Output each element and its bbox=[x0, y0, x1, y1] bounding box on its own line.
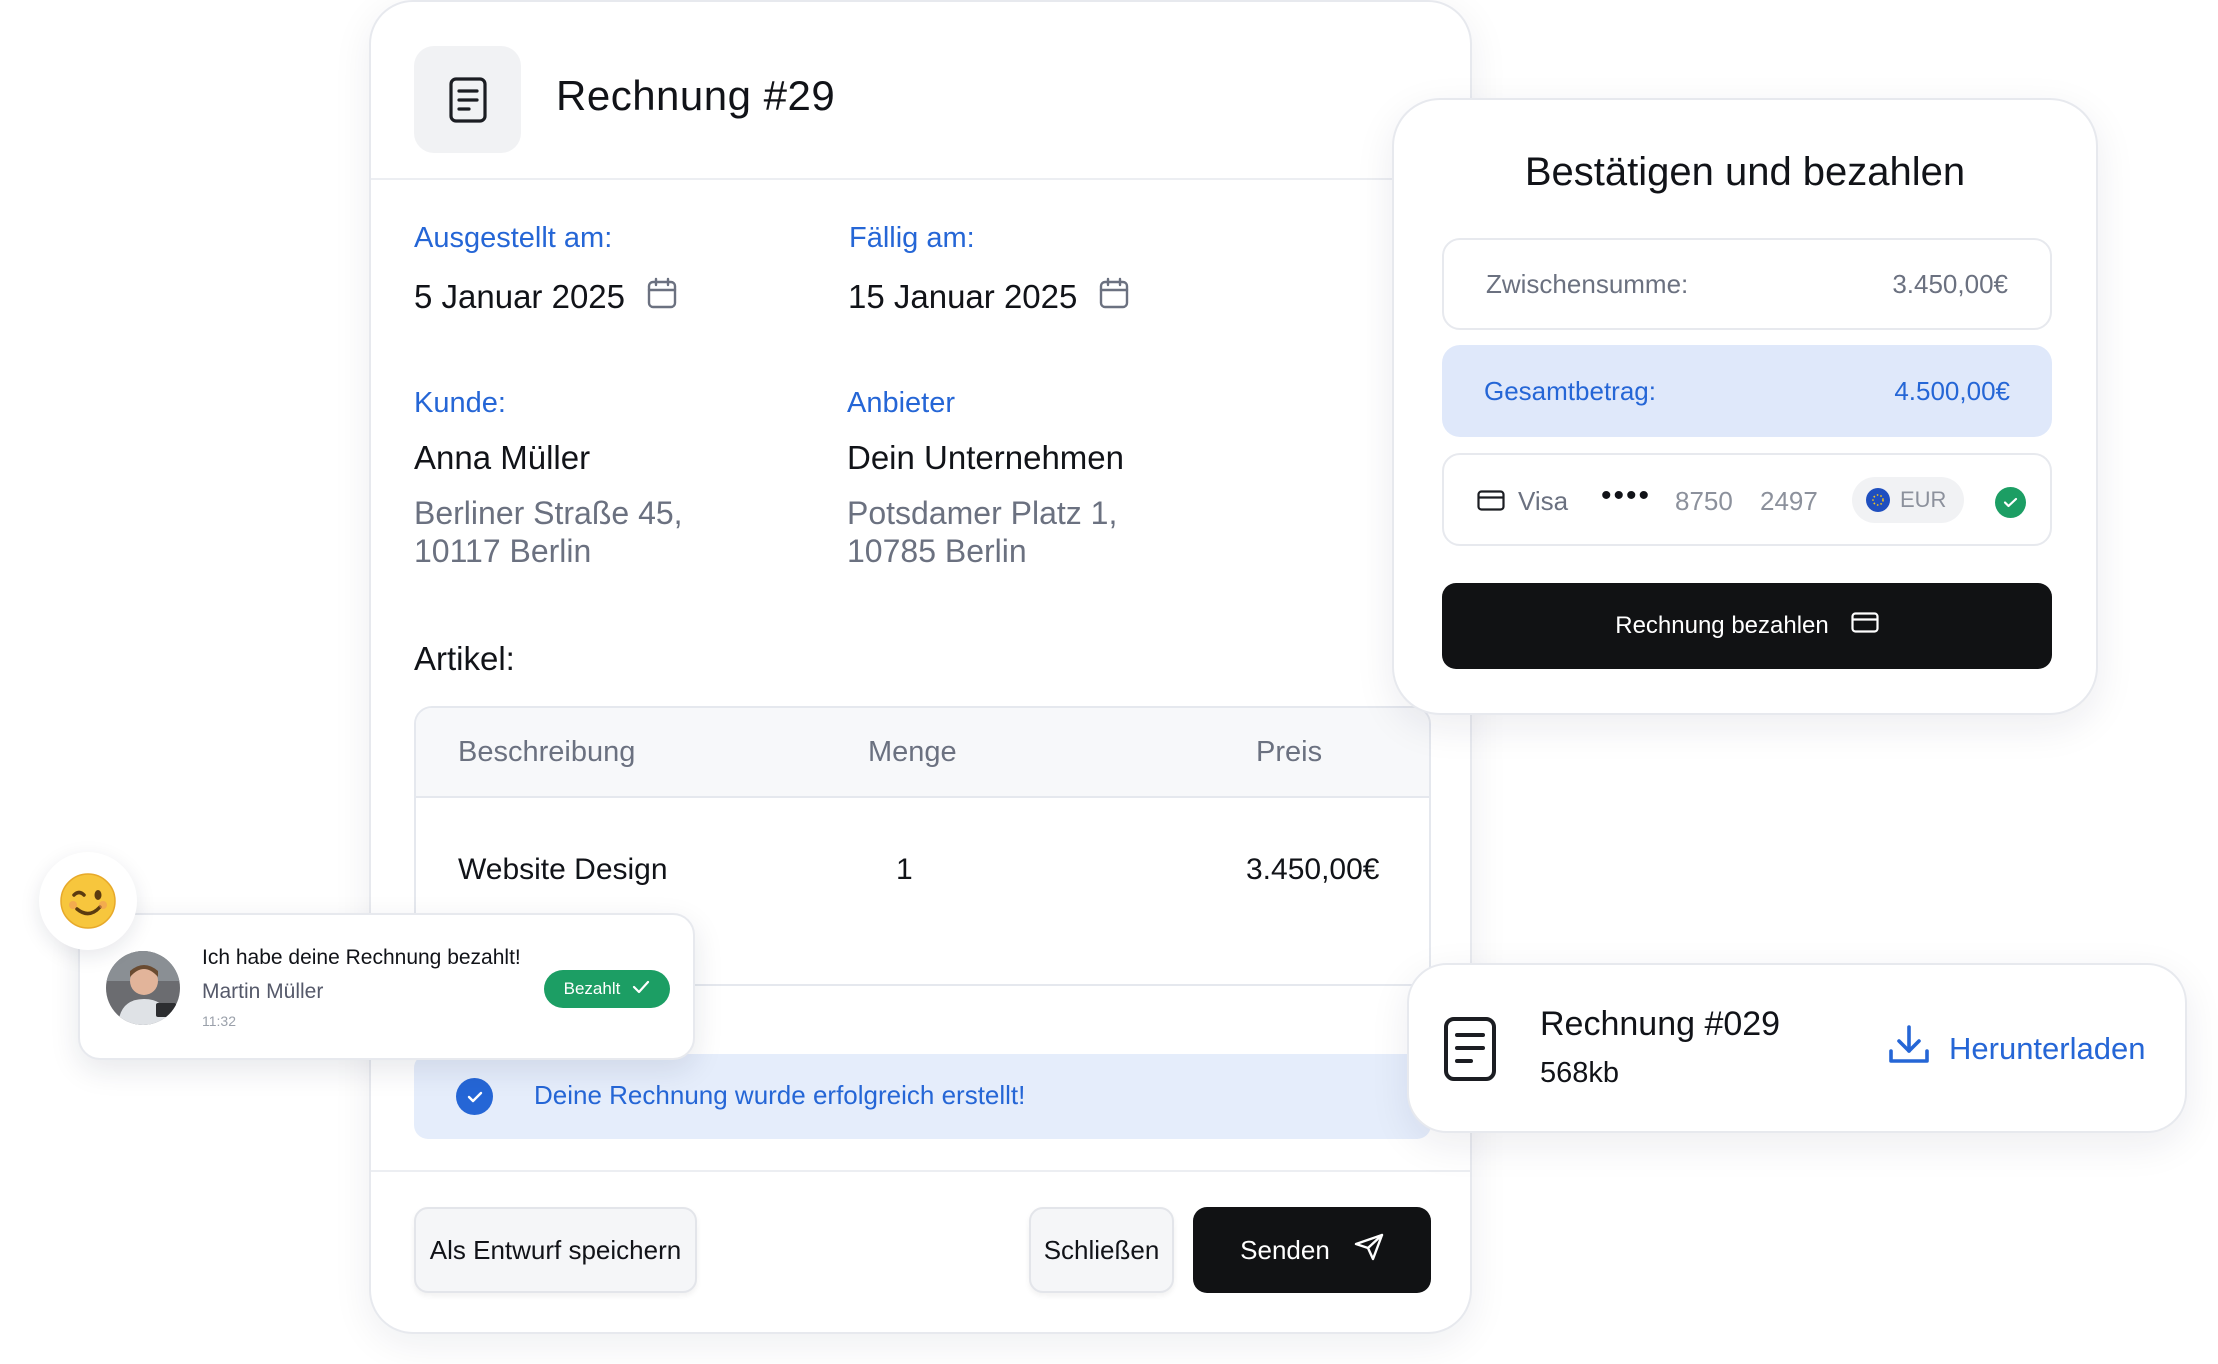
payment-title: Bestätigen und bezahlen bbox=[1524, 150, 1966, 194]
credit-card-icon bbox=[1477, 490, 1505, 516]
card-brand: Visa bbox=[1518, 486, 1569, 516]
due-label: Fällig am: bbox=[849, 222, 975, 254]
subtotal-label: Zwischensumme: bbox=[1486, 268, 1689, 299]
check-circle-icon bbox=[456, 1078, 493, 1115]
winking-emoji-icon bbox=[39, 852, 137, 950]
provider-city: 10785 Berlin bbox=[847, 533, 1027, 569]
provider-street: Potsdamer Platz 1, bbox=[847, 495, 1118, 531]
invoice-card: Rechnung #29 Ausgestellt am: 5 Januar 20… bbox=[369, 0, 1472, 1334]
file-size: 568kb bbox=[1540, 1057, 1620, 1089]
card-number-group-2: 2497 bbox=[1760, 486, 1818, 516]
emoji-face bbox=[60, 873, 116, 929]
success-notice: Deine Rechnung wurde erfolgreich erstell… bbox=[414, 1054, 1431, 1139]
column-header-price: Preis bbox=[1256, 736, 1323, 768]
send-label: Senden bbox=[1240, 1234, 1330, 1265]
paid-label: Bezahlt bbox=[563, 979, 621, 998]
invoice-header: Rechnung #29 bbox=[371, 2, 1470, 180]
calendar-icon[interactable] bbox=[1099, 277, 1129, 317]
download-card: Rechnung #029 568kb Herunterladen bbox=[1407, 963, 2187, 1133]
file-title: Rechnung #029 bbox=[1540, 1005, 1781, 1043]
pay-invoice-button[interactable]: Rechnung bezahlen bbox=[1442, 583, 2052, 669]
table-header: Beschreibung Menge Preis bbox=[416, 708, 1429, 798]
chat-notification[interactable]: Ich habe deine Rechnung bezahlt! Martin … bbox=[78, 913, 695, 1060]
articles-heading: Artikel: bbox=[414, 640, 515, 677]
download-icon bbox=[1887, 1023, 1931, 1075]
provider-label: Anbieter bbox=[847, 387, 956, 419]
payment-card: Bestätigen und bezahlen Zwischensumme: 3… bbox=[1392, 98, 2098, 715]
invoice-title: Rechnung #29 bbox=[556, 72, 836, 119]
customer-label: Kunde: bbox=[414, 387, 506, 419]
cell-description: Website Design bbox=[458, 853, 668, 886]
cell-price: 3.450,00€ bbox=[1246, 853, 1380, 886]
subtotal-value: 3.450,00€ bbox=[1892, 268, 2008, 299]
total-value: 4.500,00€ bbox=[1894, 375, 2010, 406]
provider-name: Dein Unternehmen bbox=[847, 439, 1124, 476]
customer-name: Anna Müller bbox=[414, 439, 591, 476]
currency-label: EUR bbox=[1900, 487, 1947, 512]
customer-address: Berliner Straße 45, 10117 Berlin bbox=[414, 494, 683, 570]
customer-street: Berliner Straße 45, bbox=[414, 495, 683, 531]
sender-name: Martin Müller bbox=[202, 980, 324, 1003]
column-header-quantity: Menge bbox=[868, 736, 957, 768]
credit-card-icon bbox=[1851, 612, 1879, 640]
verified-check-icon bbox=[1995, 487, 2026, 518]
success-message: Deine Rechnung wurde erfolgreich erstell… bbox=[534, 1080, 1026, 1110]
close-button[interactable]: Schließen bbox=[1029, 1207, 1174, 1293]
subtotal-row: Zwischensumme: 3.450,00€ bbox=[1442, 238, 2052, 330]
card-masked-dots: •••• bbox=[1601, 479, 1652, 512]
send-button[interactable]: Senden bbox=[1193, 1207, 1431, 1293]
provider-address: Potsdamer Platz 1, 10785 Berlin bbox=[847, 494, 1117, 570]
payment-method-selector[interactable]: Visa •••• 8750 2497 EUR bbox=[1442, 453, 2052, 546]
issued-date-field[interactable]: 5 Januar 2025 bbox=[414, 277, 677, 317]
avatar bbox=[106, 951, 180, 1025]
customer-city: 10117 Berlin bbox=[414, 533, 592, 569]
total-label: Gesamtbetrag: bbox=[1484, 375, 1656, 406]
due-date-field[interactable]: 15 Januar 2025 bbox=[848, 277, 1129, 317]
due-date: 15 Januar 2025 bbox=[848, 278, 1078, 315]
total-row: Gesamtbetrag: 4.500,00€ bbox=[1442, 345, 2052, 437]
currency-badge: EUR bbox=[1852, 477, 1964, 523]
save-draft-button[interactable]: Als Entwurf speichern bbox=[414, 1207, 697, 1293]
message-timestamp: 11:32 bbox=[202, 1013, 236, 1029]
column-header-description: Beschreibung bbox=[458, 736, 636, 768]
issued-label: Ausgestellt am: bbox=[414, 222, 613, 254]
document-icon bbox=[414, 46, 521, 153]
pay-invoice-label: Rechnung bezahlen bbox=[1615, 612, 1829, 639]
eu-flag-icon bbox=[1866, 488, 1890, 512]
card-number-group-1: 8750 bbox=[1675, 486, 1733, 516]
document-icon bbox=[1442, 1015, 1498, 1088]
issued-date: 5 Januar 2025 bbox=[414, 278, 626, 315]
chat-message: Ich habe deine Rechnung bezahlt! bbox=[202, 946, 521, 969]
calendar-icon[interactable] bbox=[647, 277, 677, 317]
download-label: Herunterladen bbox=[1949, 1031, 2146, 1066]
footer-divider bbox=[371, 1170, 1470, 1172]
paid-status-badge: Bezahlt bbox=[544, 970, 670, 1008]
send-icon bbox=[1354, 1233, 1384, 1268]
download-button[interactable]: Herunterladen bbox=[1887, 1023, 2145, 1075]
cell-quantity: 1 bbox=[896, 853, 913, 886]
check-icon bbox=[632, 979, 650, 999]
